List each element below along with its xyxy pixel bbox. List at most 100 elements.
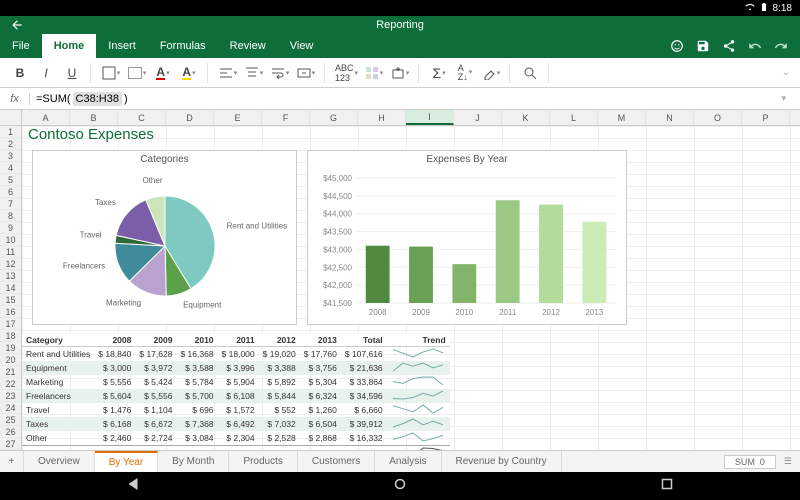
status-menu-icon[interactable]: ☰ [784,456,792,467]
autosum-button[interactable]: Σ▾ [429,63,449,83]
tab-view[interactable]: View [278,34,326,58]
col-header-B[interactable]: B [70,110,118,125]
table-row[interactable]: Travel$ 1,476$ 1,104$ 696$ 1,572$ 552$ 1… [22,403,450,417]
share-icon[interactable] [722,39,736,53]
sheet-tab-by-year[interactable]: By Year [95,451,158,472]
row-headers[interactable]: 1234567891011121314151617181920212223242… [0,126,22,450]
expenses-table[interactable]: Category200820092010201120122013TotalTre… [22,334,450,450]
row-header-6[interactable]: 6 [0,186,21,198]
row-header-4[interactable]: 4 [0,162,21,174]
sheet-tab-by-month[interactable]: By Month [158,451,229,472]
spreadsheet-grid[interactable]: ABCDEFGHIJKLMNOP 12345678910111213141516… [0,110,800,450]
align-top-button[interactable]: ▾ [244,63,264,83]
tab-insert[interactable]: Insert [96,34,148,58]
col-header-H[interactable]: H [358,110,406,125]
row-header-3[interactable]: 3 [0,150,21,162]
bold-button[interactable]: B [10,63,30,83]
col-header-J[interactable]: J [454,110,502,125]
save-icon[interactable] [696,39,710,53]
table-row[interactable]: Rent and Utilities$ 18,840$ 17,628$ 16,3… [22,347,450,362]
smiley-icon[interactable] [670,39,684,53]
row-header-9[interactable]: 9 [0,222,21,234]
row-header-26[interactable]: 26 [0,426,21,438]
tab-formulas[interactable]: Formulas [148,34,218,58]
col-header-O[interactable]: O [694,110,742,125]
formula-dropdown-icon[interactable]: ▾ [781,93,794,104]
formula-input[interactable]: =SUM( C38:H38 ) ▾ [30,92,800,106]
col-header-E[interactable]: E [214,110,262,125]
font-color-button[interactable]: A▾ [153,63,173,83]
table-header[interactable]: Total [341,334,387,347]
fx-label[interactable]: fx [0,93,30,105]
back-icon[interactable] [10,18,24,32]
row-header-25[interactable]: 25 [0,414,21,426]
table-row[interactable]: Taxes$ 6,168$ 6,672$ 7,368$ 6,492$ 7,032… [22,417,450,431]
table-header[interactable]: Trend [387,334,450,347]
row-header-17[interactable]: 17 [0,318,21,330]
table-row[interactable]: Freelancers$ 5,604$ 5,556$ 5,700$ 6,108$… [22,389,450,403]
row-header-23[interactable]: 23 [0,390,21,402]
col-header-K[interactable]: K [502,110,550,125]
table-header[interactable]: Category [22,334,94,347]
col-header-L[interactable]: L [550,110,598,125]
wrap-text-button[interactable]: ▾ [270,63,290,83]
table-total-row[interactable]: Total$ 43,104$ 43,080$ 42,588$ 44,376$ 4… [22,446,450,451]
row-header-14[interactable]: 14 [0,282,21,294]
row-header-7[interactable]: 7 [0,198,21,210]
cell-styles-button[interactable]: ▾ [364,63,384,83]
add-sheet-button[interactable]: + [0,451,24,472]
nav-back-button[interactable] [124,475,142,498]
col-header-F[interactable]: F [262,110,310,125]
sheet-tab-products[interactable]: Products [229,451,297,472]
row-header-18[interactable]: 18 [0,330,21,342]
col-header-C[interactable]: C [118,110,166,125]
table-header[interactable]: 2011 [218,334,259,347]
row-header-21[interactable]: 21 [0,366,21,378]
row-header-15[interactable]: 15 [0,294,21,306]
insert-cells-button[interactable]: ▾ [390,63,410,83]
table-header[interactable]: 2009 [135,334,176,347]
row-header-13[interactable]: 13 [0,270,21,282]
row-header-2[interactable]: 2 [0,138,21,150]
sort-button[interactable]: AZ↓▾ [455,63,475,83]
sheet-tab-customers[interactable]: Customers [298,451,375,472]
number-format-button[interactable]: ABC123▾ [335,63,358,83]
chart-categories-pie[interactable]: Categories Rent and UtilitiesEquipmentMa… [32,150,297,325]
table-header[interactable]: 2012 [259,334,300,347]
col-header-P[interactable]: P [742,110,790,125]
table-header[interactable]: 2010 [176,334,217,347]
chart-expenses-bar[interactable]: Expenses By Year $41,500$42,000$42,500$4… [307,150,627,325]
row-header-1[interactable]: 1 [0,126,21,138]
row-header-19[interactable]: 19 [0,342,21,354]
row-header-24[interactable]: 24 [0,402,21,414]
col-header-I[interactable]: I [406,110,454,125]
italic-button[interactable]: I [36,63,56,83]
sheet-tab-analysis[interactable]: Analysis [375,451,441,472]
row-header-22[interactable]: 22 [0,378,21,390]
highlight-button[interactable]: A▾ [179,63,199,83]
row-header-5[interactable]: 5 [0,174,21,186]
nav-home-button[interactable] [391,475,409,498]
col-header-M[interactable]: M [598,110,646,125]
row-header-10[interactable]: 10 [0,234,21,246]
undo-icon[interactable] [748,39,762,53]
tab-review[interactable]: Review [218,34,278,58]
row-header-27[interactable]: 27 [0,438,21,450]
merge-button[interactable]: ▾ [296,63,316,83]
border-button[interactable]: ▾ [101,63,121,83]
row-header-11[interactable]: 11 [0,246,21,258]
row-header-8[interactable]: 8 [0,210,21,222]
fill-color-button[interactable]: ▾ [127,63,147,83]
table-row[interactable]: Other$ 2,460$ 2,724$ 3,084$ 2,304$ 2,528… [22,431,450,446]
nav-recent-button[interactable] [658,475,676,498]
align-left-button[interactable]: ▾ [218,63,238,83]
clear-button[interactable]: ▾ [481,63,501,83]
table-header[interactable]: 2013 [300,334,341,347]
col-header-A[interactable]: A [22,110,70,125]
table-row[interactable]: Equipment$ 3,000$ 3,972$ 3,588$ 3,996$ 3… [22,361,450,375]
table-row[interactable]: Marketing$ 5,556$ 5,424$ 5,784$ 5,904$ 5… [22,375,450,389]
sheet-tab-revenue-by-country[interactable]: Revenue by Country [442,451,562,472]
find-button[interactable] [520,63,540,83]
select-all-corner[interactable] [0,110,22,126]
underline-button[interactable]: U [62,63,82,83]
